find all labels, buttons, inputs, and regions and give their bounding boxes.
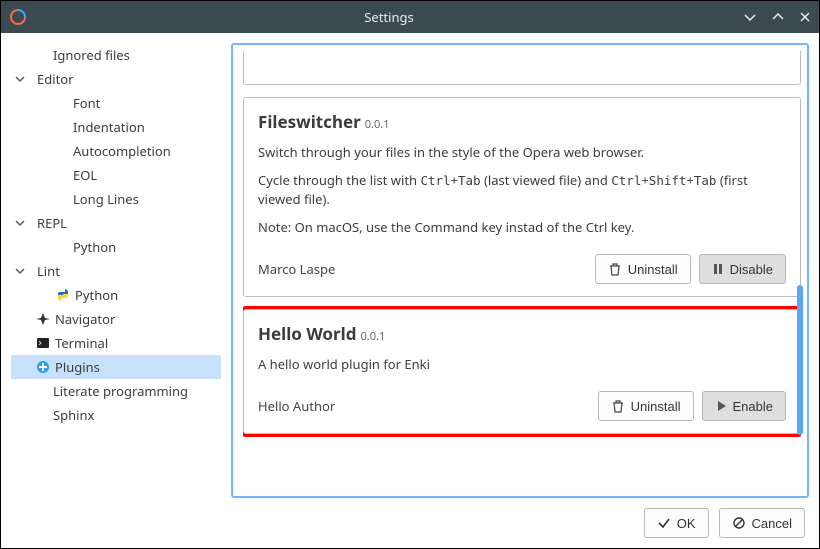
tree-item-terminal[interactable]: Terminal <box>11 331 221 355</box>
plugin-description-line: Switch through your files in the style o… <box>258 143 786 161</box>
tree-item-navigator[interactable]: Navigator <box>11 307 221 331</box>
plugins-icon <box>35 359 51 375</box>
disable-label: Disable <box>730 262 773 277</box>
plugin-name: Hello World <box>258 322 356 345</box>
settings-tree[interactable]: Ignored files Editor Font Indentation Autoco… <box>11 43 221 498</box>
terminal-icon <box>35 335 51 351</box>
tree-item-long-lines[interactable]: Long Lines <box>11 187 221 211</box>
chevron-down-icon[interactable] <box>13 72 27 86</box>
tree-item-label: Autocompletion <box>73 142 177 160</box>
cancel-button[interactable]: Cancel <box>719 508 805 538</box>
navigator-icon <box>35 311 51 327</box>
plugin-author: Marco Laspe <box>258 260 595 278</box>
minimize-icon[interactable] <box>743 10 757 24</box>
cancel-icon <box>732 516 746 530</box>
plugins-panel: UninstallDisableFileswitcher0.0.1Switch … <box>231 43 809 498</box>
uninstall-button[interactable]: Uninstall <box>595 254 691 284</box>
tree-item-lint[interactable]: Lint <box>11 259 221 283</box>
uninstall-button[interactable]: Uninstall <box>598 391 694 421</box>
enable-label: Enable <box>733 399 773 414</box>
enable-button[interactable]: Enable <box>702 391 786 421</box>
scrollbar-thumb[interactable] <box>797 285 803 435</box>
titlebar: Settings <box>1 1 819 33</box>
tree-item-label: Python <box>73 238 122 256</box>
tree-item-label: Editor <box>37 70 80 88</box>
tree-item-python[interactable]: Python <box>11 283 221 307</box>
plugin-description-line: A hello world plugin for Enki <box>258 355 786 373</box>
tree-item-label: Literate programming <box>53 382 194 400</box>
tree-item-autocompletion[interactable]: Autocompletion <box>11 139 221 163</box>
tree-item-label: Long Lines <box>73 190 145 208</box>
tree-item-python[interactable]: Python <box>11 235 221 259</box>
plugin-description-line: Cycle through the list with Ctrl+Tab (la… <box>258 171 786 208</box>
tree-item-eol[interactable]: EOL <box>11 163 221 187</box>
disable-button[interactable]: Disable <box>699 254 786 284</box>
tree-item-sphinx[interactable]: Sphinx <box>11 403 221 427</box>
tree-item-label: Indentation <box>73 118 151 136</box>
ok-button[interactable]: OK <box>644 508 709 538</box>
tree-item-ignored-files[interactable]: Ignored files <box>11 43 221 67</box>
tree-item-font[interactable]: Font <box>11 91 221 115</box>
plugin-card-fileswitcher: Fileswitcher 0.0.1 Switch through your fil… <box>243 97 801 297</box>
tree-item-plugins[interactable]: Plugins <box>11 355 221 379</box>
settings-window: Settings Ignored files Editor Font Indentat… <box>0 0 820 549</box>
chevron-down-icon[interactable] <box>13 216 27 230</box>
app-icon <box>9 8 27 26</box>
window-title: Settings <box>35 8 743 26</box>
tree-item-editor[interactable]: Editor <box>11 67 221 91</box>
play-icon <box>715 400 727 412</box>
plugin-name: Fileswitcher <box>258 110 361 133</box>
plugin-version: 0.0.1 <box>365 117 390 132</box>
plugin-author: Hello Author <box>258 397 598 415</box>
tree-item-label: Terminal <box>55 334 114 352</box>
tree-item-indentation[interactable]: Indentation <box>11 115 221 139</box>
dialog-buttons: OK Cancel <box>1 498 819 548</box>
tree-item-repl[interactable]: REPL <box>11 211 221 235</box>
plugin-card-hello-world: Hello World 0.0.1 A hello world plugin for… <box>243 309 801 434</box>
tree-item-label: Python <box>75 286 124 304</box>
plugin-description-line: Note: On macOS, use the Command key inst… <box>258 218 786 236</box>
tree-item-label: Sphinx <box>53 406 100 424</box>
chevron-down-icon[interactable] <box>13 264 27 278</box>
cancel-label: Cancel <box>752 516 792 531</box>
python-icon <box>55 287 71 303</box>
plugin-card-clipped: UninstallDisable <box>243 51 801 85</box>
plugin-version: 0.0.1 <box>360 329 385 344</box>
maximize-icon[interactable] <box>771 10 785 24</box>
tree-item-literate-programming[interactable]: Literate programming <box>11 379 221 403</box>
tree-item-label: REPL <box>37 214 73 232</box>
check-icon <box>657 516 671 530</box>
close-icon[interactable] <box>799 11 811 23</box>
tree-item-label: Navigator <box>55 310 121 328</box>
tree-item-label: EOL <box>73 166 103 184</box>
pause-icon <box>712 263 724 275</box>
tree-item-label: Font <box>73 94 106 112</box>
trash-icon <box>611 399 625 413</box>
tree-item-label: Plugins <box>55 358 106 376</box>
ok-label: OK <box>677 516 696 531</box>
trash-icon <box>608 262 622 276</box>
tree-item-label: Ignored files <box>53 46 136 64</box>
tree-item-label: Lint <box>37 262 66 280</box>
uninstall-label: Uninstall <box>628 262 678 277</box>
uninstall-label: Uninstall <box>631 399 681 414</box>
